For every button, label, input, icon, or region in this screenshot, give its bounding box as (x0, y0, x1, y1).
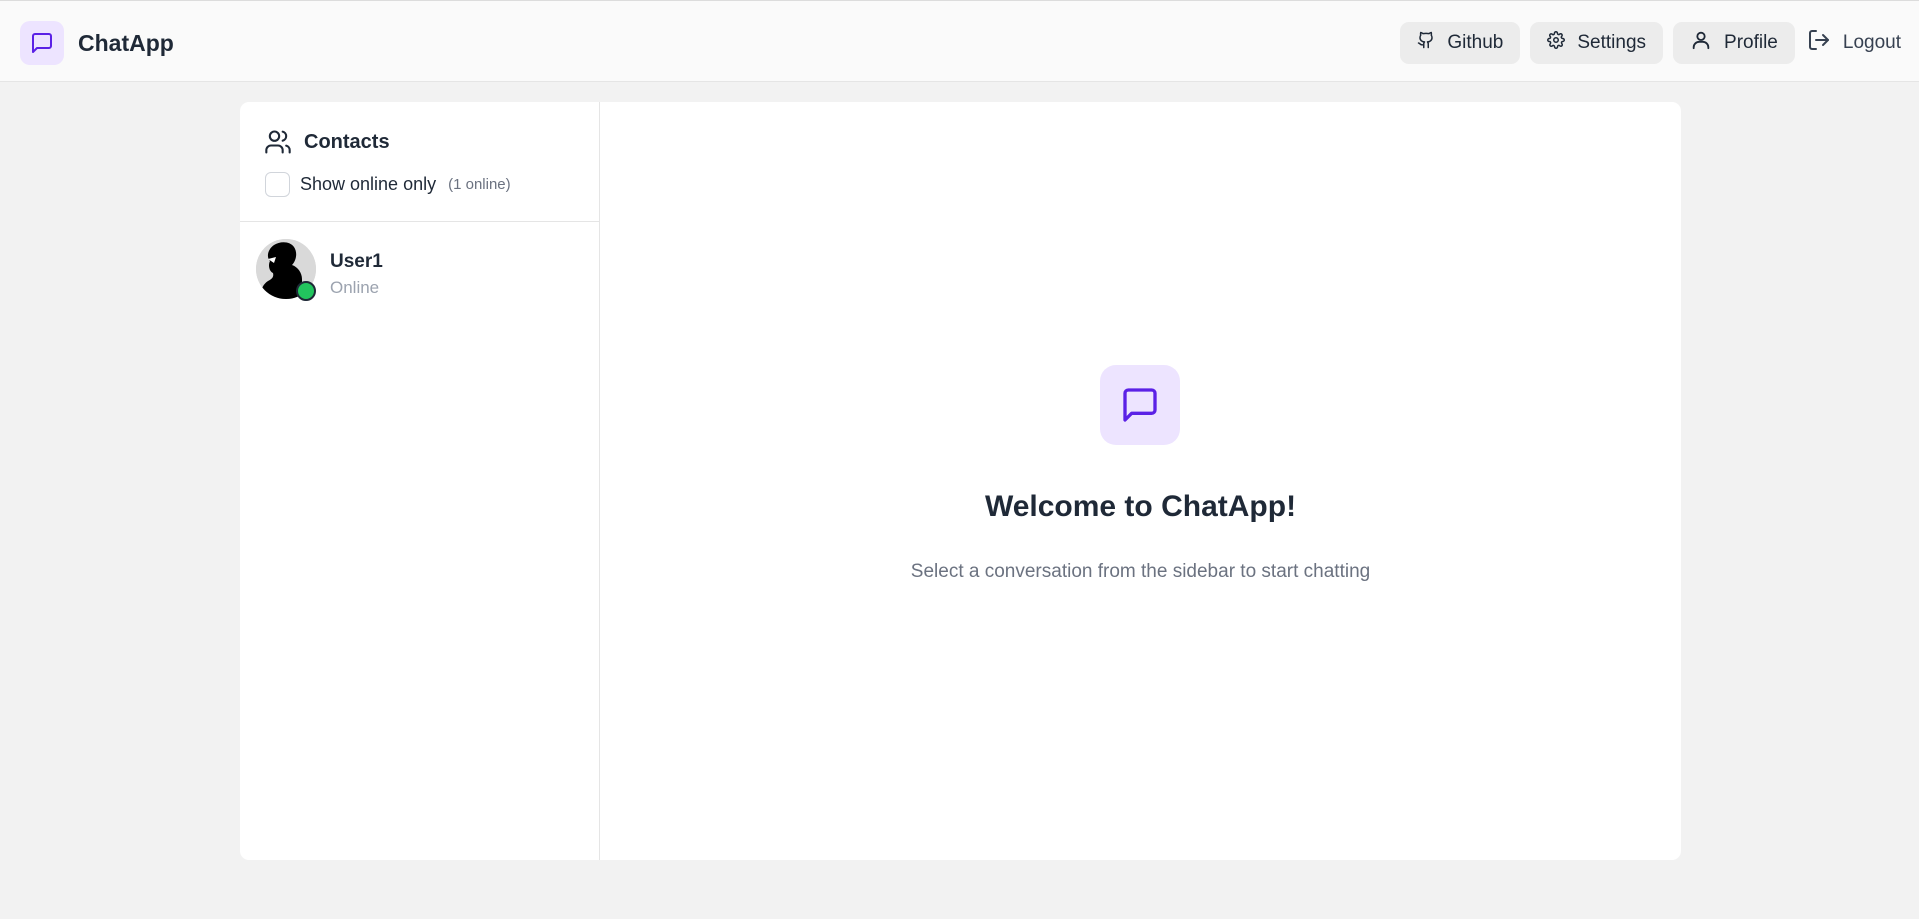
contact-item-user1[interactable]: User1 Online (240, 232, 599, 308)
settings-button[interactable]: Settings (1530, 22, 1664, 64)
app-name: ChatApp (78, 29, 174, 56)
message-square-icon (20, 21, 64, 65)
gear-icon (1547, 31, 1566, 55)
welcome-subtitle: Select a conversation from the sidebar t… (910, 561, 1371, 582)
github-label: Github (1447, 32, 1504, 53)
user-icon (1690, 29, 1712, 57)
online-filter[interactable]: Show online only (1 online) (265, 172, 511, 197)
top-navbar: ChatApp Github Settings Profile Logout (0, 0, 1919, 82)
contacts-heading: Contacts (264, 128, 390, 156)
logout-icon (1807, 28, 1831, 58)
logout-button[interactable]: Logout (1805, 22, 1901, 64)
profile-button[interactable]: Profile (1673, 22, 1795, 64)
logout-label: Logout (1842, 32, 1901, 53)
welcome-area: Welcome to ChatApp! Select a conversatio… (600, 102, 1681, 860)
show-online-checkbox[interactable] (265, 172, 290, 197)
brand-link[interactable]: ChatApp (20, 21, 174, 65)
github-button[interactable]: Github (1400, 22, 1521, 64)
contact-name: User1 (330, 251, 383, 272)
sidebar-header: Contacts Show online only (1 online) (240, 102, 599, 222)
show-online-label: Show online only (300, 174, 437, 194)
settings-label: Settings (1577, 32, 1647, 53)
avatar (256, 239, 318, 301)
chat-panel: Contacts Show online only (1 online) Use… (240, 102, 1681, 860)
contacts-sidebar: Contacts Show online only (1 online) Use… (240, 102, 600, 860)
online-count: (1 online) (448, 176, 511, 193)
contact-status: Online (330, 278, 380, 297)
profile-label: Profile (1724, 32, 1778, 53)
online-status-dot (296, 281, 316, 301)
github-icon (1417, 31, 1435, 55)
welcome-title: Welcome to ChatApp! (984, 490, 1297, 523)
message-square-icon (1100, 365, 1180, 445)
users-icon (264, 128, 292, 156)
nav-actions: Github Settings Profile Logout (1400, 22, 1901, 64)
contacts-title: Contacts (304, 130, 390, 153)
